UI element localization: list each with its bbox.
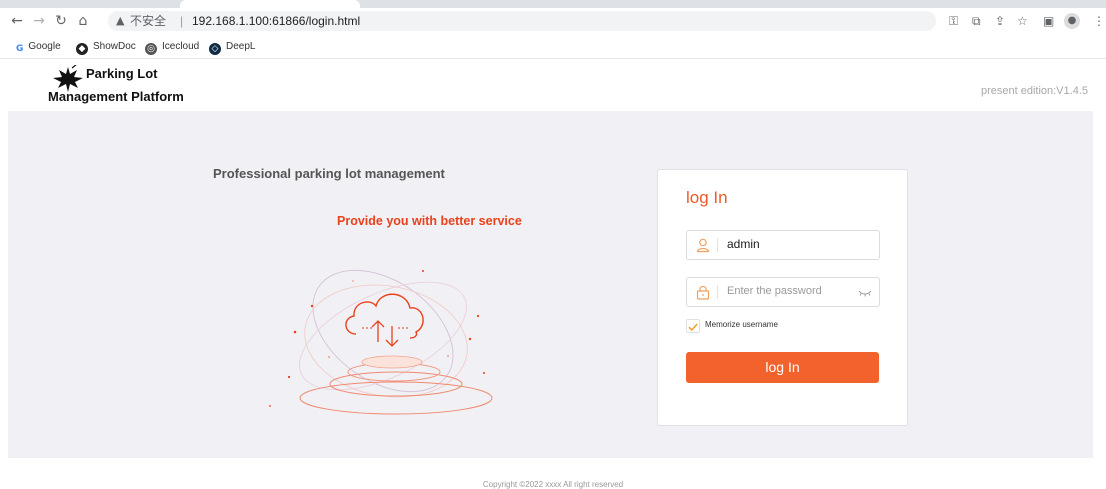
login-card: log In admin Memorize username log In	[657, 169, 908, 426]
login-title: log In	[686, 188, 728, 207]
bookmark-label: DeepL	[226, 41, 256, 52]
security-indicator[interactable]: 不安全	[130, 11, 166, 31]
back-arrow-icon[interactable]: ←	[8, 12, 26, 30]
main-banner: Professional parking lot management Prov…	[8, 111, 1093, 458]
remember-checkbox[interactable]	[686, 319, 700, 333]
browser-active-tab[interactable]	[180, 0, 360, 8]
side-panel-icon[interactable]: ▣	[1043, 12, 1054, 30]
bookmark-deepl[interactable]: ◇ DeepL	[209, 40, 255, 55]
bookmark-label: Google	[28, 41, 61, 52]
site-header: Parking Lot Management Platform present …	[0, 59, 1106, 111]
bookmark-star-icon[interactable]: ☆	[1017, 12, 1028, 30]
translate-icon[interactable]: ⧉	[972, 12, 981, 30]
key-icon[interactable]: ⚿	[949, 12, 958, 30]
forward-arrow-icon[interactable]: →	[30, 12, 48, 30]
eye-closed-icon[interactable]	[857, 285, 873, 299]
deepl-icon: ◇	[209, 43, 221, 55]
password-input[interactable]	[727, 282, 845, 300]
browser-toolbar: ← → ↻ ⌂ ▲ 不安全 | 192.168.1.100:61866/logi…	[0, 8, 1106, 36]
share-icon[interactable]: ⇪	[995, 12, 1005, 30]
version-label: present edition:V1.4.5	[980, 85, 1088, 97]
home-icon[interactable]: ⌂	[74, 12, 92, 30]
brand-name-line2: Management Platform	[48, 89, 184, 104]
hero-subtitle: Provide you with better service	[337, 214, 522, 228]
bookmark-label: ShowDoc	[93, 41, 136, 52]
icecloud-icon: ◎	[145, 43, 157, 55]
address-divider: |	[180, 14, 184, 28]
cloud-transfer-illustration	[269, 269, 493, 415]
field-divider	[717, 285, 718, 299]
lock-icon	[696, 285, 710, 300]
browser-tab-strip	[0, 0, 1106, 8]
warning-triangle-icon: ▲	[116, 14, 125, 27]
bookmark-icecloud[interactable]: ◎ Icecloud	[145, 40, 199, 55]
user-icon	[696, 238, 710, 253]
reload-icon[interactable]: ↻	[52, 12, 70, 30]
bookmarks-bar: G Google ◆ ShowDoc ◎ Icecloud ◇ DeepL	[0, 36, 1106, 59]
showdoc-icon: ◆	[76, 43, 88, 55]
brand-name-line1: Parking Lot	[86, 66, 158, 81]
checkmark-icon	[688, 323, 698, 332]
field-divider	[717, 238, 718, 252]
copyright-footer: Copyright ©2022 xxxx All right reserved	[482, 480, 624, 489]
menu-kebab-icon[interactable]: ⋮	[1093, 12, 1105, 30]
hero-title: Professional parking lot management	[213, 166, 445, 181]
profile-avatar-icon[interactable]: ●	[1064, 13, 1080, 29]
password-field[interactable]	[686, 277, 880, 307]
url-text[interactable]: 192.168.1.100:61866/login.html	[192, 11, 360, 31]
username-field[interactable]	[686, 230, 880, 260]
bookmark-label: Icecloud	[162, 41, 200, 52]
login-button[interactable]: log In	[686, 352, 879, 383]
bookmark-google[interactable]: G Google	[16, 40, 61, 55]
address-bar[interactable]: ▲ 不安全 | 192.168.1.100:61866/login.html	[108, 11, 936, 31]
bookmark-showdoc[interactable]: ◆ ShowDoc	[76, 40, 136, 55]
google-icon: G	[16, 43, 24, 55]
username-input[interactable]	[727, 235, 845, 253]
remember-label: Memorize username	[705, 320, 778, 329]
